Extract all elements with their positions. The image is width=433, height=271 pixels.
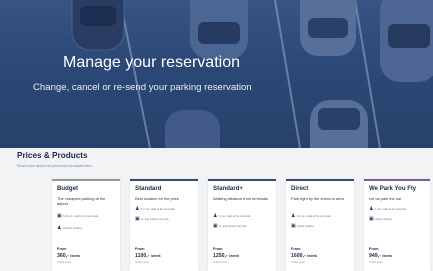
product-card-standard[interactable]: Standard Best location for the price ♟ 5-… — [130, 179, 198, 271]
price: 360,- /week — [57, 253, 81, 259]
from-label: From — [291, 247, 301, 251]
card-description: Walking distance from terminals — [213, 196, 268, 201]
price-note: Online price — [213, 261, 227, 264]
product-card-standard-plus[interactable]: Standard+ Walking distance from terminal… — [208, 179, 276, 271]
price: 949,- /week — [369, 253, 393, 259]
product-card-we-park-you-fly[interactable]: We Park You Fly Let us park the car ♟ 1 m… — [364, 179, 430, 271]
feature-item: ▣In- and outdoor car park — [213, 223, 247, 229]
feature-item: ♟ 5-7 min. walk to the terminals — [135, 206, 175, 212]
card-description: Let us park the car — [369, 196, 402, 201]
price: 1600,- /week — [291, 253, 317, 259]
card-title: Standard — [135, 185, 162, 192]
price-note: Online price — [135, 261, 149, 264]
hero-subtitle: Change, cancel or re-send your parking r… — [33, 82, 252, 93]
feature-item: ♟ 0-1 min. walk to the terminals — [291, 213, 331, 219]
feature-item: ▣5-15 min. walk to the terminals — [57, 213, 99, 219]
from-label: From — [213, 247, 223, 251]
card-description: The cheapest parking at the airport — [57, 196, 106, 207]
price-note: Online price — [369, 261, 383, 264]
card-description: Best location for the price — [135, 196, 179, 201]
from-label: From — [369, 247, 379, 251]
card-title: Direct — [291, 185, 309, 192]
feature-item: ♟ 1 min. walk to the terminals — [369, 206, 407, 212]
feature-item: ♟ 3 min. walk to the terminals — [213, 213, 251, 219]
feature-item: ▣In- and outdoor car park — [135, 216, 169, 222]
from-label: From — [57, 247, 67, 251]
price-note: Online price — [57, 261, 71, 264]
section-subtitle: Read more about our prices and products … — [17, 164, 93, 168]
hero-title: Manage your reservation — [63, 54, 240, 71]
product-card-budget[interactable]: Budget The cheapest parking at the airpo… — [52, 179, 120, 271]
product-card-direct[interactable]: Direct Park right by the check-in area ♟… — [286, 179, 354, 271]
parking-lot-image — [0, 0, 433, 148]
price-note: Online price — [291, 261, 305, 264]
card-title: Standard+ — [213, 185, 243, 192]
from-label: From — [135, 247, 145, 251]
price: 1250,- /week — [213, 253, 239, 259]
prices-section: Prices & Products Read more about our pr… — [0, 148, 433, 271]
feature-item: ▣Indoor parking — [291, 223, 314, 229]
section-title: Prices & Products — [17, 151, 88, 160]
feature-item: ▣Indoor parking — [369, 216, 392, 222]
hero-banner: Manage your reservation Change, cancel o… — [0, 0, 433, 148]
feature-item: ♟ Outdoor parking — [57, 225, 82, 231]
card-description: Park right by the check-in area — [291, 196, 344, 201]
card-title: We Park You Fly — [369, 185, 417, 192]
price: 1100,- /week — [135, 253, 161, 259]
card-title: Budget — [57, 185, 78, 192]
